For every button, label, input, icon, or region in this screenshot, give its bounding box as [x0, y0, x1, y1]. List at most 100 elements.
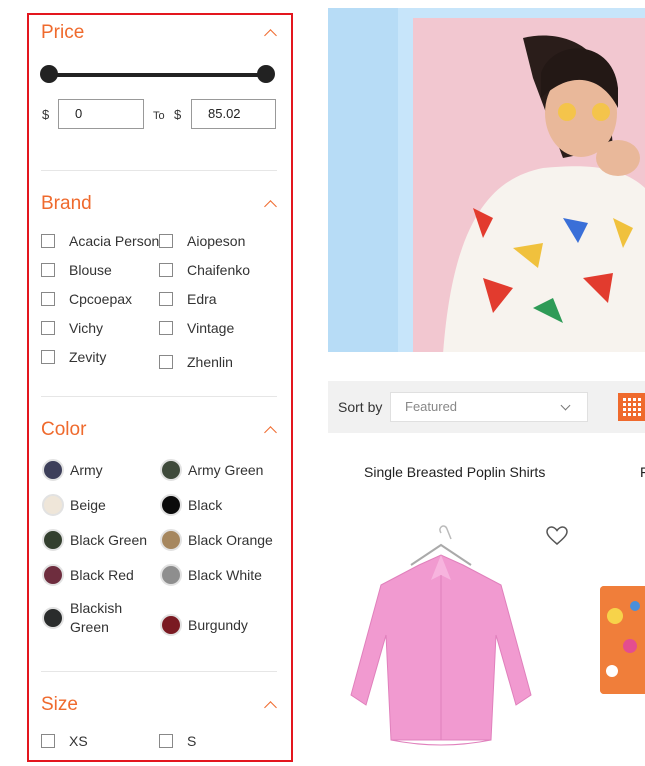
checkbox[interactable] — [159, 734, 173, 748]
grid-dot — [633, 408, 636, 411]
color-option[interactable]: Blackish Green — [42, 599, 130, 637]
chevron-up-icon[interactable] — [264, 200, 277, 213]
chevron-up-icon[interactable] — [264, 701, 277, 714]
brand-option-label: Edra — [187, 291, 217, 307]
currency-symbol: $ — [42, 107, 50, 122]
color-option-label: Army Green — [188, 462, 264, 478]
product-image[interactable] — [600, 586, 645, 694]
price-slider-min-handle[interactable] — [40, 65, 58, 83]
price-max-input[interactable]: 85.02 — [191, 99, 276, 129]
color-option-label: Black Green — [70, 532, 148, 548]
chevron-down-icon — [560, 400, 571, 411]
grid-dot — [638, 403, 641, 406]
color-swatch[interactable] — [42, 529, 64, 551]
color-swatch[interactable] — [160, 529, 182, 551]
chevron-up-icon[interactable] — [264, 29, 277, 42]
sort-select[interactable]: Featured — [390, 392, 588, 422]
checkbox[interactable] — [41, 734, 55, 748]
price-slider-max-handle[interactable] — [257, 65, 275, 83]
price-to-label: To — [153, 110, 165, 122]
brand-option[interactable]: Acacia Person — [41, 233, 159, 249]
checkbox[interactable] — [159, 263, 173, 277]
heart-icon[interactable] — [546, 526, 568, 551]
sort-toolbar: Sort by Featured — [328, 381, 645, 433]
size-option[interactable]: S — [159, 733, 196, 749]
grid-dot — [628, 403, 631, 406]
brand-option-label: Zevity — [69, 349, 107, 365]
color-swatch[interactable] — [160, 494, 182, 516]
color-swatch[interactable] — [160, 564, 182, 586]
product-title[interactable]: Single Breasted Poplin Shirts — [364, 464, 545, 480]
product-image[interactable] — [341, 525, 541, 751]
chevron-up-icon[interactable] — [264, 426, 277, 439]
brand-option-label: Zhenlin — [187, 354, 233, 370]
brand-option-label: Acacia Person — [69, 233, 160, 249]
color-option-label: Black — [188, 497, 223, 513]
color-swatch[interactable] — [42, 607, 64, 629]
checkbox[interactable] — [159, 321, 173, 335]
color-option-label: Black White — [188, 567, 262, 583]
color-option-label: Black Orange — [188, 532, 273, 548]
brand-option-label: Blouse — [69, 262, 112, 278]
brand-option[interactable]: Aiopeson — [159, 233, 245, 249]
color-option[interactable]: Burgundy — [160, 614, 248, 636]
color-option-label: Beige — [70, 497, 106, 513]
brand-option[interactable]: Zhenlin — [159, 354, 233, 370]
grid-dot — [633, 398, 636, 401]
color-option[interactable]: Black Orange — [160, 529, 273, 551]
color-option[interactable]: Beige — [42, 494, 106, 516]
checkbox[interactable] — [159, 355, 173, 369]
color-option-label: Army — [70, 462, 103, 478]
grid-dot — [638, 398, 641, 401]
color-option-label: Burgundy — [188, 617, 248, 633]
checkbox[interactable] — [41, 263, 55, 277]
color-swatch[interactable] — [42, 459, 64, 481]
color-option[interactable]: Army — [42, 459, 103, 481]
brand-option[interactable]: Blouse — [41, 262, 112, 278]
brand-option[interactable]: Zevity — [41, 349, 106, 365]
product-title[interactable]: F — [640, 464, 645, 480]
page: Price $ 0 To $ 85.02 Brand Acacia Person… — [0, 0, 645, 766]
price-filter-title: Price — [41, 22, 85, 43]
color-option[interactable]: Black — [160, 494, 222, 516]
grid-dot — [623, 413, 626, 416]
color-option[interactable]: Army Green — [160, 459, 263, 481]
wishlist-heart-svg — [546, 526, 568, 545]
size-filter-title: Size — [41, 694, 78, 715]
grid-dot — [633, 403, 636, 406]
brand-option[interactable]: Vintage — [159, 320, 234, 336]
color-option[interactable]: Black Red — [42, 564, 134, 586]
checkbox[interactable] — [159, 292, 173, 306]
brand-option-label: Vichy — [69, 320, 103, 336]
checkbox[interactable] — [41, 321, 55, 335]
grid-view-button[interactable] — [618, 393, 645, 421]
brand-option[interactable]: Vichy — [41, 320, 103, 336]
checkbox[interactable] — [41, 350, 55, 364]
divider — [41, 671, 277, 672]
brand-option[interactable]: Cpcoepax — [41, 291, 132, 307]
checkbox[interactable] — [41, 292, 55, 306]
brand-option-label: Cpcoepax — [69, 291, 133, 307]
color-option[interactable]: Black Green — [42, 529, 147, 551]
color-swatch[interactable] — [42, 564, 64, 586]
checkbox[interactable] — [159, 234, 173, 248]
promo-banner[interactable] — [328, 8, 645, 352]
brand-option-label: Aiopeson — [187, 233, 246, 249]
color-option[interactable]: Black White — [160, 564, 262, 586]
color-swatch[interactable] — [160, 614, 182, 636]
sort-select-value: Featured — [405, 399, 458, 414]
grid-dot — [628, 398, 631, 401]
color-swatch[interactable] — [160, 459, 182, 481]
price-slider-track[interactable] — [49, 73, 267, 77]
sort-label: Sort by — [338, 399, 383, 415]
color-option-label: Black Red — [70, 567, 134, 583]
checkbox[interactable] — [41, 234, 55, 248]
size-option[interactable]: XS — [41, 733, 88, 749]
brand-option[interactable]: Edra — [159, 291, 217, 307]
grid-dot — [638, 413, 641, 416]
floral-shirt-illustration — [600, 586, 645, 694]
brand-option[interactable]: Chaifenko — [159, 262, 250, 278]
grid-dot — [628, 408, 631, 411]
color-swatch[interactable] — [42, 494, 64, 516]
price-min-input[interactable]: 0 — [58, 99, 144, 129]
